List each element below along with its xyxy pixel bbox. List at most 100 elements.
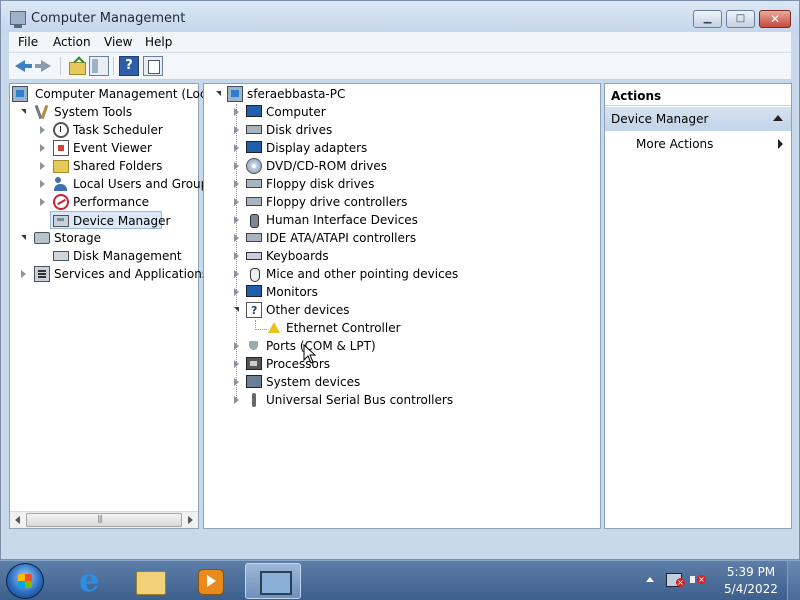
taskbar: 5:39 PM 5/4/2022 [0, 560, 800, 600]
expand-arrow-icon[interactable] [234, 108, 239, 116]
expand-arrow-icon[interactable] [234, 162, 239, 170]
properties-icon[interactable] [143, 56, 163, 76]
disk-icon [53, 251, 69, 261]
menu-view[interactable]: View [104, 35, 132, 49]
submenu-arrow-icon [778, 139, 783, 149]
expand-arrow-icon[interactable] [234, 180, 239, 188]
network-disconnected-icon[interactable] [666, 573, 685, 587]
menu-help[interactable]: Help [145, 35, 172, 49]
display-adapter-icon [246, 141, 262, 153]
unknown-device-icon [246, 302, 262, 320]
system-tools-icon [34, 104, 50, 120]
computer-icon [227, 86, 243, 102]
hid-icon [246, 212, 262, 228]
users-icon [53, 176, 69, 192]
show-hide-console-tree-icon[interactable] [89, 56, 109, 76]
forward-arrow-icon[interactable] [35, 56, 55, 76]
scroll-left-icon[interactable] [10, 512, 26, 528]
actions-header: Actions [605, 84, 791, 106]
clock-time[interactable]: 5:39 PM [721, 565, 781, 579]
shared-folder-icon [53, 160, 69, 173]
performance-gauge-icon [53, 194, 69, 210]
toolbar: ? [9, 53, 791, 80]
expand-arrow-icon[interactable] [21, 109, 26, 114]
menu-action[interactable]: Action [53, 35, 91, 49]
start-button[interactable] [6, 563, 44, 599]
expand-arrow-icon[interactable] [234, 342, 239, 350]
event-log-icon [53, 140, 69, 156]
title-bar[interactable]: Computer Management ▁ □ ✕ [1, 1, 799, 33]
expand-arrow-icon[interactable] [40, 126, 45, 134]
expand-arrow-icon[interactable] [40, 144, 45, 152]
expand-arrow-icon[interactable] [234, 378, 239, 386]
computer-icon [246, 105, 262, 117]
clock-icon [53, 122, 69, 138]
show-desktop-button[interactable] [787, 561, 800, 600]
computer-management-taskbar-icon[interactable] [245, 563, 301, 599]
expand-arrow-icon[interactable] [21, 235, 26, 240]
expand-arrow-icon[interactable] [234, 216, 239, 224]
expand-arrow-icon[interactable] [216, 91, 221, 96]
file-explorer-icon[interactable] [122, 563, 178, 599]
processor-icon [246, 357, 262, 370]
expand-arrow-icon[interactable] [234, 144, 239, 152]
close-button[interactable]: ✕ [759, 10, 791, 28]
help-icon[interactable]: ? [119, 56, 139, 76]
clock-date[interactable]: 5/4/2022 [721, 582, 781, 596]
tree-item-device-manager[interactable]: Device Manager [50, 211, 170, 229]
scrollbar-thumb[interactable] [26, 513, 182, 527]
disk-drive-icon [246, 125, 262, 134]
volume-muted-icon[interactable] [690, 573, 706, 587]
show-hidden-icons-icon[interactable] [646, 577, 654, 582]
expand-arrow-icon[interactable] [234, 307, 239, 312]
actions-pane: Actions Device Manager More Actions [604, 83, 792, 529]
device-tree-panel: sferaebbasta-PC Computer Disk drives Dis… [203, 83, 601, 529]
port-icon [246, 338, 262, 354]
computer-management-icon [12, 86, 28, 102]
more-actions-link[interactable]: More Actions [636, 137, 713, 151]
media-player-icon[interactable] [182, 563, 238, 599]
warning-icon [266, 320, 282, 336]
menu-file[interactable]: File [18, 35, 38, 49]
computer-management-window: Computer Management ▁ □ ✕ File Action Vi… [0, 0, 800, 560]
expand-arrow-icon[interactable] [21, 270, 26, 278]
expand-arrow-icon[interactable] [40, 180, 45, 188]
floppy-drive-icon [246, 179, 262, 188]
minimize-button[interactable]: ▁ [693, 10, 722, 28]
maximize-button[interactable]: □ [726, 10, 755, 28]
expand-arrow-icon[interactable] [234, 396, 239, 404]
usb-icon [246, 392, 262, 408]
mouse-icon [246, 266, 262, 282]
menu-bar: File Action View Help [9, 32, 791, 53]
expand-arrow-icon[interactable] [234, 234, 239, 242]
window-title: Computer Management [31, 11, 186, 26]
expand-arrow-icon[interactable] [234, 360, 239, 368]
up-one-level-icon[interactable] [67, 56, 87, 76]
horizontal-scrollbar[interactable] [10, 511, 198, 528]
dvd-drive-icon [246, 158, 262, 174]
floppy-controller-icon [246, 197, 262, 206]
expand-arrow-icon[interactable] [234, 252, 239, 260]
device-manager-icon [53, 215, 69, 227]
expand-arrow-icon[interactable] [234, 270, 239, 278]
system-device-icon [246, 375, 262, 388]
expand-arrow-icon[interactable] [40, 198, 45, 206]
computer-management-icon [10, 11, 26, 28]
actions-section-device-manager[interactable]: Device Manager [605, 107, 791, 131]
internet-explorer-icon[interactable] [62, 561, 118, 599]
expand-arrow-icon[interactable] [234, 288, 239, 296]
back-arrow-icon[interactable] [13, 56, 33, 76]
keyboard-icon [246, 252, 262, 260]
expand-arrow-icon[interactable] [234, 126, 239, 134]
collapse-arrow-icon[interactable] [773, 115, 783, 121]
ide-controller-icon [246, 233, 262, 242]
expand-arrow-icon[interactable] [40, 162, 45, 170]
storage-icon [34, 232, 50, 244]
toolbar-separator [60, 57, 61, 75]
toolbar-separator [113, 57, 114, 75]
monitor-icon [246, 285, 262, 297]
actions-section-title: Device Manager [611, 112, 709, 126]
expand-arrow-icon[interactable] [234, 198, 239, 206]
scroll-right-icon[interactable] [182, 512, 198, 528]
services-icon [34, 266, 50, 282]
